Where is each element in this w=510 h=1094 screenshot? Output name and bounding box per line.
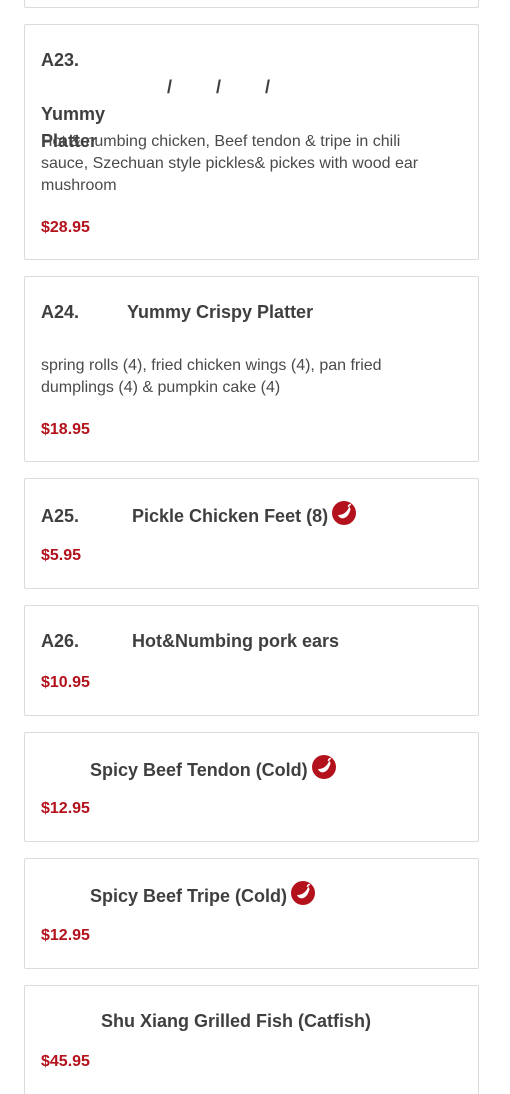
menu-item-price: $18.95 bbox=[41, 421, 90, 438]
menu-item-name: Pickle Chicken Feet (8) bbox=[132, 506, 329, 526]
menu-item-card-spicy-beef-tendon[interactable]: Spicy Beef Tendon (Cold) $12.95 bbox=[24, 732, 479, 842]
menu-page: A23.///Yummy Platter Hot & numbing chicke… bbox=[0, 0, 510, 1094]
menu-item-title: A24. Yummy Crispy Platter bbox=[41, 299, 418, 326]
menu-item-card-shu-xiang-grilled-fish[interactable]: Shu Xiang Grilled Fish (Catfish) $45.95 bbox=[24, 985, 479, 1094]
menu-item-description: Hot & numbing chicken, Beef tendon & tri… bbox=[41, 133, 419, 194]
menu-item-code: A25. bbox=[41, 506, 80, 526]
menu-item-card-a25[interactable]: A25. Pickle Chicken Feet (8) $5.95 bbox=[24, 478, 479, 589]
menu-item-price: $28.95 bbox=[41, 219, 90, 236]
menu-item-title: A26. Hot&Numbing pork ears bbox=[41, 628, 418, 655]
menu-item-code: A24. bbox=[41, 302, 80, 322]
chili-pepper-icon bbox=[291, 881, 316, 905]
menu-item-name: / //Yummy bbox=[41, 77, 271, 124]
menu-item-name: Spicy Beef Tendon (Cold) bbox=[90, 760, 308, 780]
menu-item-description: spring rolls (4), fried chicken wings (4… bbox=[41, 357, 382, 396]
menu-item-card-a23[interactable]: A23.///Yummy Platter Hot & numbing chicke… bbox=[24, 24, 479, 260]
menu-item-card-a26[interactable]: A26. Hot&Numbing pork ears $10.95 bbox=[24, 605, 479, 716]
menu-item-price: $10.95 bbox=[41, 674, 90, 691]
menu-item-code: A23. bbox=[41, 50, 80, 70]
menu-item-price: $12.95 bbox=[41, 927, 90, 944]
menu-item-name: Shu Xiang Grilled Fish (Catfish) bbox=[101, 1011, 372, 1031]
menu-item-card-spicy-beef-tripe[interactable]: Spicy Beef Tripe (Cold) $12.95 bbox=[24, 858, 479, 969]
menu-item-card-previous[interactable] bbox=[24, 0, 479, 8]
menu-item-code: A26. bbox=[41, 631, 80, 651]
chili-pepper-icon bbox=[332, 501, 357, 525]
menu-item-price: $45.95 bbox=[41, 1053, 90, 1070]
menu-item-title: A25. Pickle Chicken Feet (8) bbox=[41, 501, 418, 530]
menu-item-card-a24[interactable]: A24. Yummy Crispy Platter spring rolls (4… bbox=[24, 276, 479, 462]
menu-item-price: $12.95 bbox=[41, 800, 90, 817]
menu-item-title: Shu Xiang Grilled Fish (Catfish) bbox=[41, 1008, 418, 1035]
menu-item-name: Yummy Crispy Platter bbox=[127, 302, 314, 322]
menu-item-price: $5.95 bbox=[41, 547, 82, 564]
menu-item-title: Spicy Beef Tripe (Cold) bbox=[41, 881, 418, 910]
menu-item-title: Spicy Beef Tendon (Cold) bbox=[41, 755, 418, 784]
chili-pepper-icon bbox=[311, 755, 336, 779]
menu-item-name: Hot&Numbing pork ears bbox=[132, 631, 340, 651]
menu-item-name: Spicy Beef Tripe (Cold) bbox=[90, 886, 288, 906]
